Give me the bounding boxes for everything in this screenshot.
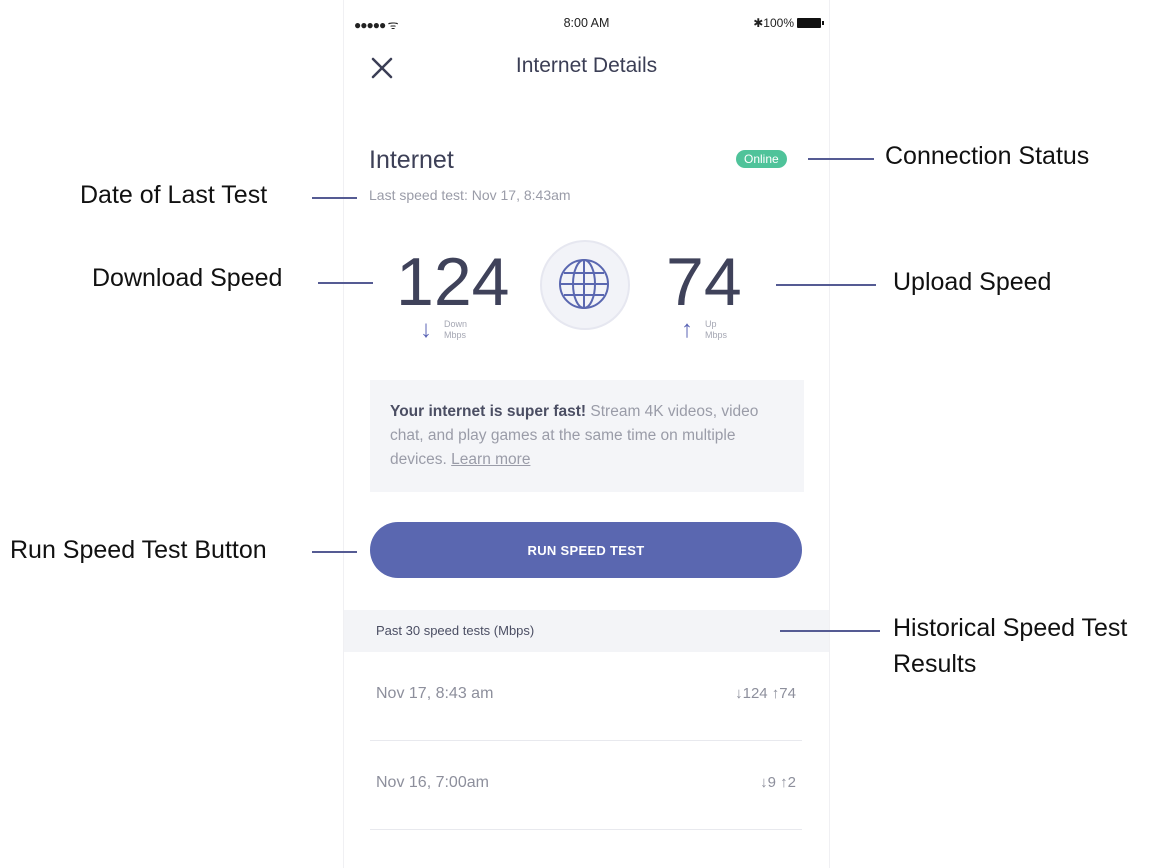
annotation-date-last-test: Date of Last Test xyxy=(80,181,268,209)
history-row-date: Nov 16, 7:00am xyxy=(376,774,489,791)
annotation-line xyxy=(312,551,357,553)
battery-label: ✱100% xyxy=(753,16,794,30)
download-label-line1: Down xyxy=(444,319,468,329)
learn-more-link[interactable]: Learn more xyxy=(451,451,530,468)
annotation-line xyxy=(312,197,357,199)
annotation-run-speed-test-button: Run Speed Test Button xyxy=(10,536,267,564)
annotation-line xyxy=(780,630,880,632)
history-row-date: Nov 17, 8:43 am xyxy=(376,685,494,702)
history-row-values: ↓9 ↑2 xyxy=(760,774,796,791)
history-header: Past 30 speed tests (Mbps) xyxy=(344,610,829,652)
speed-info-text: Your internet is super fast! Stream 4K v… xyxy=(390,400,790,472)
status-bar: ●●●●● ᯤ 8:00 AM ✱100% xyxy=(344,14,829,34)
globe-badge xyxy=(540,240,630,330)
speed-info-headline: Your internet is super fast! xyxy=(390,403,587,420)
battery-indicator: ✱100% xyxy=(753,16,824,30)
speed-info-card: Your internet is super fast! Stream 4K v… xyxy=(370,380,804,492)
history-row-values: ↓124 ↑74 xyxy=(735,685,796,702)
page-title: Internet Details xyxy=(515,54,658,77)
status-badge: Online xyxy=(736,150,787,168)
nav-bar: Internet Details xyxy=(344,48,829,88)
phone-screen: ●●●●● ᯤ 8:00 AM ✱100% Internet Details I… xyxy=(343,0,830,868)
annotation-upload-speed: Upload Speed xyxy=(893,268,1052,296)
download-speed-value: 124 xyxy=(396,244,510,320)
internet-heading: Internet xyxy=(369,146,454,174)
globe-icon xyxy=(559,259,609,309)
run-speed-test-button[interactable]: RUN SPEED TEST xyxy=(370,522,802,578)
upload-label: ↑ Up Mbps xyxy=(681,318,727,342)
annotation-historical-results-line2: Results xyxy=(893,650,977,678)
battery-icon xyxy=(797,18,824,28)
history-row[interactable]: Nov 16, 7:00am ↓9 ↑2 xyxy=(370,741,802,829)
download-label-line2: Mbps xyxy=(444,330,467,340)
annotation-line xyxy=(318,282,373,284)
annotation-line xyxy=(808,158,874,160)
upload-speed-value: 74 xyxy=(666,244,742,320)
upload-label-line2: Mbps xyxy=(705,330,728,340)
history-header-label: Past 30 speed tests (Mbps) xyxy=(376,623,535,638)
download-label: ↓ Down Mbps xyxy=(420,318,467,342)
upload-label-line1: Up xyxy=(705,319,717,329)
up-arrow-icon: ↑ xyxy=(681,316,693,343)
row-divider xyxy=(370,829,802,830)
annotation-line xyxy=(776,284,876,286)
annotation-historical-results-line1: Historical Speed Test xyxy=(893,614,1128,642)
last-speed-test-date: Last speed test: Nov 17, 8:43am xyxy=(369,187,571,203)
annotation-download-speed: Download Speed xyxy=(92,264,283,292)
annotation-connection-status: Connection Status xyxy=(885,142,1090,170)
down-arrow-icon: ↓ xyxy=(420,316,432,343)
history-row[interactable]: Nov 17, 8:43 am ↓124 ↑74 xyxy=(370,652,802,740)
